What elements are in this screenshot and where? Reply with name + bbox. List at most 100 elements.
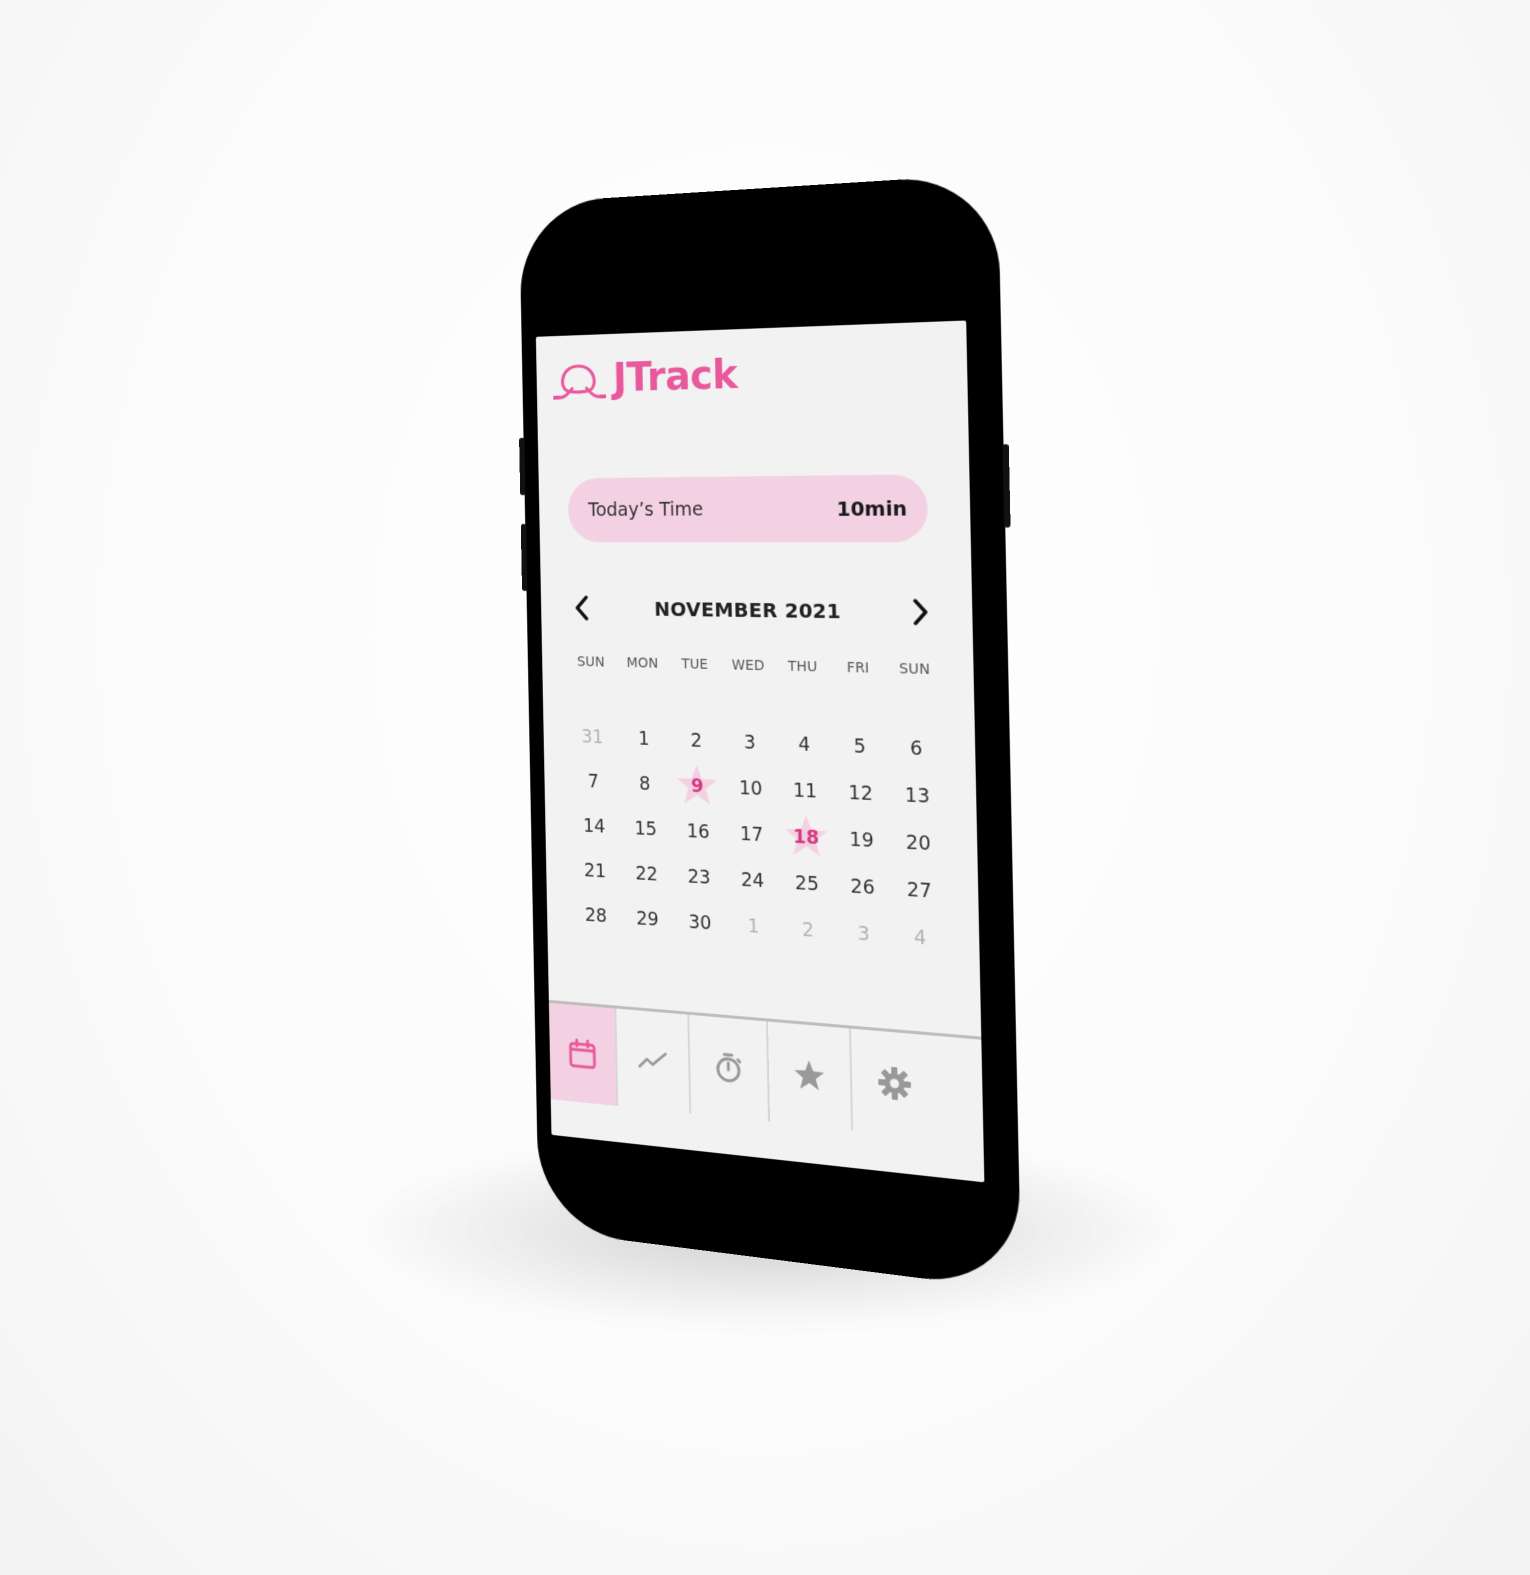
day-number: 5 xyxy=(853,735,866,759)
tab-settings[interactable] xyxy=(851,1029,939,1140)
prev-month-button[interactable] xyxy=(568,593,596,622)
day-number: 4 xyxy=(797,733,811,756)
calendar-day[interactable]: 3 xyxy=(722,719,777,767)
calendar-day[interactable]: 19 xyxy=(833,816,890,866)
app-header: JTrack xyxy=(552,351,738,403)
tab-stats[interactable] xyxy=(616,1008,692,1114)
day-number: 2 xyxy=(690,729,703,752)
weekday-label: MON xyxy=(626,655,659,672)
day-number: 14 xyxy=(582,815,606,838)
day-number: 20 xyxy=(905,831,931,856)
calendar-day[interactable]: 13 xyxy=(888,771,946,821)
weekday-label: FRI xyxy=(846,659,870,677)
day-number: 17 xyxy=(739,822,764,847)
calendar-day[interactable]: 4 xyxy=(776,721,832,769)
calendar-day[interactable]: 20 xyxy=(889,818,947,868)
day-number: 9 xyxy=(690,775,704,798)
day-number: 29 xyxy=(635,907,659,931)
calendar-day[interactable]: 1 xyxy=(618,715,671,762)
app-screen: JTrack Today’s Time 10min NOVEMBER 2021 xyxy=(535,320,985,1183)
calendar-day[interactable]: 21 xyxy=(569,847,621,895)
calendar-day[interactable]: 26 xyxy=(834,862,891,912)
calendar-day[interactable]: 8 xyxy=(618,760,671,807)
day-number: 2 xyxy=(801,918,815,942)
day-number: 21 xyxy=(583,859,607,883)
calendar-day[interactable]: 6 xyxy=(887,724,945,773)
day-number: 18 xyxy=(792,825,820,850)
calendar-day[interactable]: 12 xyxy=(832,769,889,818)
day-number: 22 xyxy=(635,862,659,886)
next-month-button[interactable] xyxy=(905,597,936,628)
day-number: 3 xyxy=(743,731,756,754)
calendar-day[interactable]: 17 xyxy=(724,810,779,859)
day-number: 15 xyxy=(634,817,658,841)
calendar-day[interactable]: 23 xyxy=(672,853,726,902)
trend-line-icon xyxy=(636,1043,668,1079)
tab-favorites[interactable] xyxy=(767,1021,854,1131)
weekday-label: TUE xyxy=(681,656,709,673)
day-number: 25 xyxy=(794,871,820,896)
star-icon xyxy=(792,1057,826,1095)
todays-time-value: 10min xyxy=(836,496,908,521)
day-number: 16 xyxy=(686,820,710,844)
calendar-day[interactable]: 22 xyxy=(620,850,673,898)
calendar-day[interactable]: 2 xyxy=(670,717,724,764)
calendar-day-adjacent-month[interactable]: 4 xyxy=(891,912,949,963)
calendar-day[interactable]: 24 xyxy=(725,856,780,905)
calendar-day[interactable]: 15 xyxy=(619,805,672,853)
calendar-day-adjacent-month[interactable]: 1 xyxy=(726,902,781,952)
calendar-day[interactable]: 10 xyxy=(723,765,778,813)
side-button-upper xyxy=(519,437,526,496)
day-number: 23 xyxy=(687,865,711,889)
calendar-day[interactable]: 29 xyxy=(621,895,674,944)
calendar-icon xyxy=(567,1036,599,1072)
day-number: 31 xyxy=(581,725,604,749)
calendar-day-marked[interactable]: 9 xyxy=(670,762,724,810)
weekday-label: THU xyxy=(787,658,818,676)
day-number: 11 xyxy=(792,779,818,803)
power-button xyxy=(1002,444,1011,528)
calendar-day[interactable]: 14 xyxy=(568,803,620,850)
day-number: 3 xyxy=(857,922,870,946)
calendar-day-adjacent-month[interactable]: 2 xyxy=(780,905,836,955)
tab-calendar[interactable] xyxy=(548,1002,619,1107)
calendar-header: NOVEMBER 2021 xyxy=(568,588,937,632)
day-number: 30 xyxy=(688,911,712,935)
calendar-day[interactable]: 11 xyxy=(777,767,833,816)
tab-timer[interactable] xyxy=(689,1014,771,1122)
calendar-day-adjacent-month[interactable]: 3 xyxy=(835,909,892,960)
day-number: 28 xyxy=(584,904,608,928)
day-number: 8 xyxy=(638,772,651,795)
day-number: 4 xyxy=(913,926,927,950)
calendar-grid: 31 1 2 3 4 5 6 7 8 9 10 11 12 13 14 15 16 17 18 19 20 21 22 23 2… xyxy=(567,714,950,964)
day-number: 19 xyxy=(849,828,875,853)
stopwatch-icon xyxy=(712,1049,745,1086)
weekday-label: SUN xyxy=(577,654,605,671)
bottom-tab-bar xyxy=(548,999,984,1144)
month-title: NOVEMBER 2021 xyxy=(654,597,842,624)
calendar-day[interactable]: 28 xyxy=(570,892,622,940)
chevron-left-icon xyxy=(573,595,590,620)
calendar-day[interactable]: 25 xyxy=(779,859,835,909)
app-title: JTrack xyxy=(612,352,738,402)
calendar-day[interactable]: 27 xyxy=(890,865,948,916)
calendar-day[interactable]: 16 xyxy=(671,808,725,856)
phone-frame: JTrack Today’s Time 10min NOVEMBER 2021 xyxy=(518,173,1022,1292)
day-number: 12 xyxy=(848,781,874,806)
calendar-day-adjacent-month[interactable]: 31 xyxy=(567,714,619,760)
day-number: 1 xyxy=(638,727,650,750)
day-number: 26 xyxy=(850,875,876,900)
todays-time-card: Today’s Time 10min xyxy=(567,474,929,543)
day-number: 24 xyxy=(740,868,765,893)
calendar-day-marked[interactable]: 18 xyxy=(778,813,834,862)
weekday-row: SUN MON TUE WED THU FRI SUN xyxy=(566,654,944,678)
calendar-day[interactable]: 7 xyxy=(568,758,620,805)
todays-time-label: Today’s Time xyxy=(587,498,704,521)
calendar-day[interactable]: 30 xyxy=(673,898,727,947)
day-number: 6 xyxy=(909,737,923,761)
side-button-lower xyxy=(520,523,528,591)
calendar-day[interactable]: 5 xyxy=(831,722,888,771)
gear-icon xyxy=(877,1064,912,1102)
day-number: 7 xyxy=(587,770,600,793)
day-number: 13 xyxy=(904,784,930,808)
